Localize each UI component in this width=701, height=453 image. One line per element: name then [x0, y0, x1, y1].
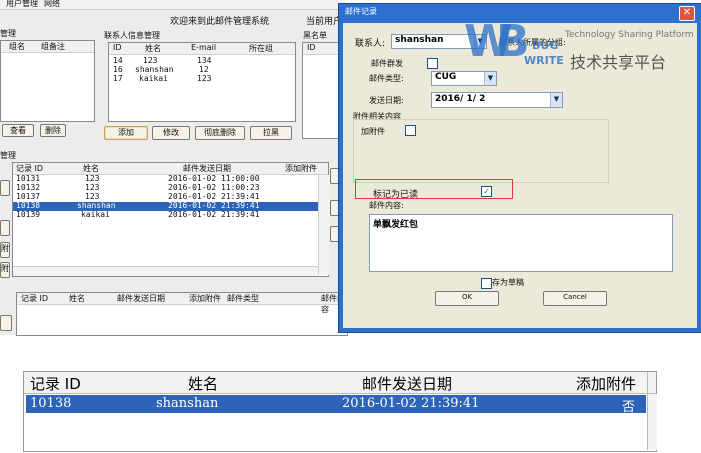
- mail-content-textarea[interactable]: 单飘发红包: [369, 214, 673, 272]
- col-record-id: 记录 ID: [30, 375, 81, 393]
- col-attachment: 添加附件: [285, 164, 317, 173]
- welcome-text: 欢迎来到此邮件管理系统: [170, 17, 270, 27]
- ok-button[interactable]: OK: [435, 291, 499, 306]
- blacklist-title: 黑名单: [303, 31, 327, 40]
- table-row[interactable]: 17: [113, 74, 123, 83]
- col-send-date: 邮件发送日期: [362, 375, 453, 393]
- attach-button[interactable]: 附: [0, 242, 10, 258]
- attach-button-2[interactable]: 附: [0, 262, 10, 278]
- group-send-label: 邮件群发: [371, 59, 403, 68]
- col-group-name: 组名: [9, 42, 25, 51]
- blacklist-button[interactable]: 拉黑: [250, 126, 292, 140]
- chevron-down-icon[interactable]: ▼: [550, 93, 562, 107]
- contact-panel-title: 联系人信息管理: [104, 31, 160, 40]
- table-row[interactable]: 14: [113, 56, 123, 65]
- side-button[interactable]: [0, 315, 12, 331]
- side-button[interactable]: [0, 180, 10, 196]
- vertical-scrollbar[interactable]: [318, 175, 329, 275]
- col-send-date: 邮件发送日期: [183, 164, 231, 173]
- mail-panel-title: 管理: [0, 151, 16, 160]
- contact-label: 联系人:: [355, 39, 386, 49]
- table-cell: shanshan: [135, 65, 174, 74]
- current-user-label: 当前用户: [306, 17, 343, 27]
- col-name: 姓名: [188, 375, 219, 393]
- add-attachment-checkbox[interactable]: [405, 125, 416, 136]
- mail-type-label: 邮件类型:: [369, 74, 404, 83]
- col-contact-id: ID: [113, 43, 122, 52]
- table-row[interactable]: 16: [113, 65, 123, 74]
- side-button[interactable]: [0, 220, 10, 236]
- group-table[interactable]: 组名 组备注: [0, 40, 95, 122]
- cancel-button[interactable]: Cancel: [543, 291, 607, 306]
- table-cell: 134: [197, 56, 212, 65]
- col-name: 姓名: [83, 164, 99, 173]
- save-draft-checkbox[interactable]: [481, 278, 492, 289]
- col-record-id: 记录 ID: [16, 164, 44, 173]
- table-row[interactable]: 10139 kaikai 2016-01-02 21:39:41: [13, 210, 328, 220]
- col-group-note: 组备注: [41, 42, 65, 51]
- purge-contact-button[interactable]: 彻底删除: [195, 126, 245, 140]
- menu-bar: 用户管理 网络: [0, 0, 345, 10]
- watermark-cn: 技术共享平台: [570, 53, 667, 72]
- menu-item-network[interactable]: 网络: [44, 0, 60, 9]
- col-black-id: ID: [307, 43, 316, 52]
- group-panel-title: 管理: [0, 29, 16, 38]
- table-cell: kaikai: [139, 74, 168, 83]
- edit-contact-button[interactable]: 修改: [152, 126, 190, 140]
- col-attachment: 添加附件: [189, 294, 221, 303]
- col-record-id: 记录 ID: [21, 294, 49, 303]
- send-date-picker[interactable]: 2016/ 1/ 2 ▼: [431, 92, 563, 108]
- mail-content-label: 邮件内容:: [369, 201, 404, 210]
- col-name: 姓名: [69, 294, 85, 303]
- delete-group-button[interactable]: 删除: [40, 124, 66, 137]
- mail-table[interactable]: 记录 ID 姓名 邮件发送日期 添加附件 10131 123 2016-01-0…: [12, 162, 329, 277]
- col-send-date: 邮件发送日期: [117, 294, 165, 303]
- col-contact-name: 姓名: [145, 44, 161, 53]
- highlight-box: [355, 179, 513, 199]
- svg-text:BUG: BUG: [532, 39, 558, 52]
- col-attachment: 添加附件: [576, 375, 637, 393]
- col-mail-type: 邮件类型: [227, 294, 259, 303]
- svg-text:WRITE: WRITE: [524, 54, 564, 67]
- lower-mail-table[interactable]: 记录 ID 姓名 邮件发送日期 添加附件 邮件类型 邮件内容: [16, 292, 348, 336]
- zoomed-mail-table: 记录 ID 姓名 邮件发送日期 添加附件 10138 shanshan 2016…: [23, 371, 657, 452]
- table-cell: 12: [199, 65, 209, 74]
- dialog-title: 邮件记录: [345, 7, 377, 16]
- menu-item-user[interactable]: 用户管理: [6, 0, 38, 9]
- watermark-logo: W B BUG WRITE Technology Sharing Platfor…: [462, 12, 698, 84]
- col-contact-group: 所在组: [249, 44, 273, 53]
- table-cell: 123: [197, 74, 212, 83]
- main-window: 用户管理 网络 欢迎来到此邮件管理系统 当前用户 管理 组名 组备注 查看 删除…: [0, 0, 348, 336]
- horizontal-scrollbar[interactable]: [13, 266, 318, 276]
- table-row-selected[interactable]: 10138 shanshan 2016-01-02 21:39:41 否: [26, 395, 646, 415]
- bugwrite-logo-icon: W B BUG WRITE: [464, 16, 564, 67]
- add-attachment-label: 加附件: [361, 127, 385, 136]
- watermark-tagline: Technology Sharing Platform: [565, 30, 694, 40]
- attachment-section: [353, 119, 609, 183]
- vertical-scrollbar[interactable]: [647, 394, 657, 450]
- add-contact-button[interactable]: 添加: [104, 126, 148, 140]
- save-draft-label: 存为草稿: [492, 278, 524, 287]
- table-cell: 123: [143, 56, 158, 65]
- view-group-button[interactable]: 查看: [2, 124, 34, 137]
- col-contact-email: E-mail: [191, 43, 217, 52]
- send-date-label: 发送日期:: [369, 96, 404, 105]
- group-send-checkbox[interactable]: [427, 58, 438, 69]
- contact-table[interactable]: ID 姓名 E-mail 所在组 14 123 134 16 shanshan …: [108, 42, 296, 122]
